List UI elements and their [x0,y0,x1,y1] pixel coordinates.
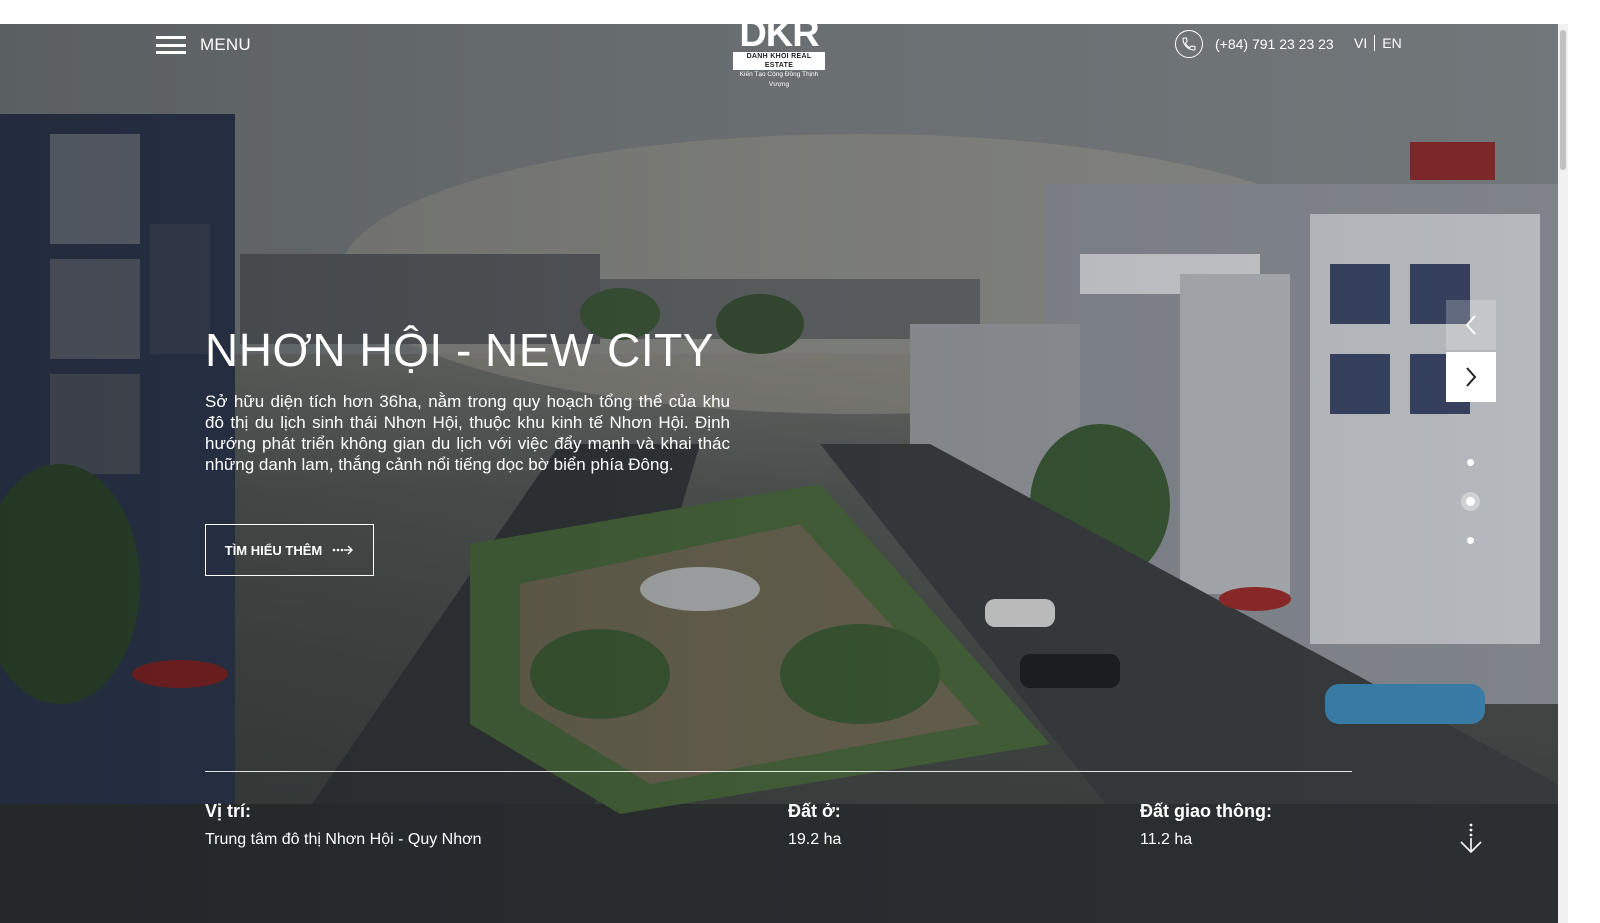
chevron-left-icon [1465,315,1476,335]
arrow-right-dotted-icon [332,545,354,555]
fact-value: Trung tâm đô thị Nhơn Hội - Quy Nhơn [205,831,482,848]
menu-label: MENU [200,35,251,54]
scroll-down-button[interactable] [1456,822,1486,856]
fact-label: Vị trí: [205,801,252,821]
fact-value: 19.2 ha [788,831,842,848]
page-scrollbar[interactable] [1558,24,1568,923]
facts-divider [205,771,1352,772]
fact-residential-land: Đất ở: 19.2 ha [788,799,841,851]
hamburger-icon [156,36,186,54]
language-en[interactable]: EN [1382,35,1401,51]
menu-button[interactable]: MENU [156,34,251,56]
hero-description: Sở hữu diện tích hơn 36ha, nằm trong quy… [205,392,730,474]
learn-more-button[interactable]: TÌM HIỂU THÊM [205,524,374,576]
scroll-down-icon [1460,823,1482,854]
hero-title: NHƠN HỘI - NEW CITY [205,324,714,376]
slide-dot-2-active[interactable] [1461,492,1480,511]
slider-prev-button[interactable] [1446,300,1496,350]
logo-company-name: DANH KHOI REAL ESTATE [733,52,825,70]
slide-dot-1[interactable] [1467,459,1474,466]
phone-number[interactable]: (+84) 791 23 23 23 [1215,36,1334,52]
slide-dot-3[interactable] [1467,537,1474,544]
chevron-right-icon [1466,367,1477,387]
scrollbar-thumb[interactable] [1560,30,1566,170]
logo-tagline: Kiến Tạo Cộng Đồng Thịnh Vượng [739,71,819,88]
phone-icon [1175,30,1203,58]
fact-location: Vị trí: Trung tâm đô thị Nhơn Hội - Quy … [205,799,482,851]
language-vi[interactable]: VI [1354,35,1367,51]
language-switcher: VI EN [1354,35,1402,51]
fact-label: Đất ở: [788,801,841,821]
phone-contact[interactable]: (+84) 791 23 23 23 [1175,29,1334,59]
slider-next-button[interactable] [1446,352,1496,402]
learn-more-label: TÌM HIỂU THÊM [224,542,323,558]
fact-traffic-land: Đất giao thông: 11.2 ha [1140,799,1272,851]
site-logo[interactable]: DKR DANH KHOI REAL ESTATE Kiến Tạo Cộng … [729,13,829,88]
language-divider [1374,35,1376,51]
fact-value: 11.2 ha [1140,831,1193,848]
logo-mark: DKR [739,13,819,55]
fact-label: Đất giao thông: [1140,801,1272,821]
